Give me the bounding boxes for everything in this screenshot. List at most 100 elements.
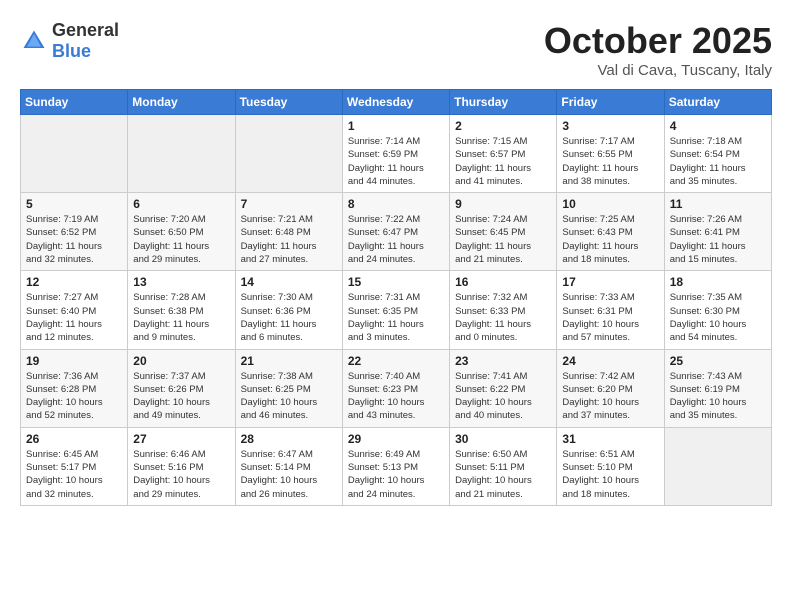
- day-number: 14: [241, 275, 337, 289]
- day-of-week-header: Sunday: [21, 90, 128, 115]
- calendar-cell: [21, 115, 128, 193]
- calendar-cell: 10 Sunrise: 7:25 AM Sunset: 6:43 PM Dayli…: [557, 193, 664, 271]
- calendar-cell: 14Sunrise: 7:30 AM Sunset: 6:36 PM Dayli…: [235, 271, 342, 349]
- day-info: Sunrise: 6:46 AM Sunset: 5:16 PM Dayligh…: [133, 448, 229, 501]
- day-info: Sunrise: 7:38 AM Sunset: 6:25 PM Dayligh…: [241, 370, 337, 423]
- calendar-header-row: SundayMondayTuesdayWednesdayThursdayFrid…: [21, 90, 772, 115]
- day-number: 29: [348, 432, 444, 446]
- day-info: Sunrise: 6:45 AM Sunset: 5:17 PM Dayligh…: [26, 448, 122, 501]
- calendar-cell: [664, 427, 771, 505]
- day-number: 13: [133, 275, 229, 289]
- day-number: 12: [26, 275, 122, 289]
- calendar-week-row: 12Sunrise: 7:27 AM Sunset: 6:40 PM Dayli…: [21, 271, 772, 349]
- day-number: 6: [133, 197, 229, 211]
- day-info: Sunrise: 7:26 AM Sunset: 6:41 PM Dayligh…: [670, 213, 766, 266]
- calendar-cell: 15 Sunrise: 7:31 AM Sunset: 6:35 PM Dayli…: [342, 271, 449, 349]
- day-info: Sunrise: 7:36 AM Sunset: 6:28 PM Dayligh…: [26, 370, 122, 423]
- day-of-week-header: Thursday: [450, 90, 557, 115]
- day-info: Sunrise: 6:51 AM Sunset: 5:10 PM Dayligh…: [562, 448, 658, 501]
- calendar-cell: 6 Sunrise: 7:20 AM Sunset: 6:50 PM Daylig…: [128, 193, 235, 271]
- calendar-cell: 30 Sunrise: 6:50 AM Sunset: 5:11 PM Dayli…: [450, 427, 557, 505]
- calendar-week-row: 5Sunrise: 7:19 AM Sunset: 6:52 PM Daylig…: [21, 193, 772, 271]
- calendar-cell: 21 Sunrise: 7:38 AM Sunset: 6:25 PM Dayli…: [235, 349, 342, 427]
- calendar-cell: 16 Sunrise: 7:32 AM Sunset: 6:33 PM Dayli…: [450, 271, 557, 349]
- day-number: 9: [455, 197, 551, 211]
- day-info: Sunrise: 7:43 AM Sunset: 6:19 PM Dayligh…: [670, 370, 766, 423]
- day-of-week-header: Monday: [128, 90, 235, 115]
- logo-text: General Blue: [52, 20, 119, 62]
- day-number: 2: [455, 119, 551, 133]
- calendar-week-row: 1 Sunrise: 7:14 AM Sunset: 6:59 PM Daylig…: [21, 115, 772, 193]
- day-info: Sunrise: 7:42 AM Sunset: 6:20 PM Dayligh…: [562, 370, 658, 423]
- day-number: 3: [562, 119, 658, 133]
- day-info: Sunrise: 7:15 AM Sunset: 6:57 PM Dayligh…: [455, 135, 551, 188]
- day-number: 18: [670, 275, 766, 289]
- day-info: Sunrise: 7:18 AM Sunset: 6:54 PM Dayligh…: [670, 135, 766, 188]
- day-number: 15: [348, 275, 444, 289]
- logo: General Blue: [20, 20, 119, 62]
- day-info: Sunrise: 7:24 AM Sunset: 6:45 PM Dayligh…: [455, 213, 551, 266]
- calendar-cell: 8Sunrise: 7:22 AM Sunset: 6:47 PM Daylig…: [342, 193, 449, 271]
- day-number: 10: [562, 197, 658, 211]
- day-info: Sunrise: 7:37 AM Sunset: 6:26 PM Dayligh…: [133, 370, 229, 423]
- calendar-cell: 3Sunrise: 7:17 AM Sunset: 6:55 PM Daylig…: [557, 115, 664, 193]
- day-number: 24: [562, 354, 658, 368]
- calendar-cell: 11 Sunrise: 7:26 AM Sunset: 6:41 PM Dayli…: [664, 193, 771, 271]
- day-number: 23: [455, 354, 551, 368]
- day-number: 1: [348, 119, 444, 133]
- calendar-cell: 5Sunrise: 7:19 AM Sunset: 6:52 PM Daylig…: [21, 193, 128, 271]
- day-number: 20: [133, 354, 229, 368]
- day-info: Sunrise: 7:41 AM Sunset: 6:22 PM Dayligh…: [455, 370, 551, 423]
- day-info: Sunrise: 7:25 AM Sunset: 6:43 PM Dayligh…: [562, 213, 658, 266]
- day-info: Sunrise: 7:20 AM Sunset: 6:50 PM Dayligh…: [133, 213, 229, 266]
- day-info: Sunrise: 6:49 AM Sunset: 5:13 PM Dayligh…: [348, 448, 444, 501]
- day-of-week-header: Saturday: [664, 90, 771, 115]
- day-number: 7: [241, 197, 337, 211]
- calendar-cell: 17Sunrise: 7:33 AM Sunset: 6:31 PM Dayli…: [557, 271, 664, 349]
- calendar-cell: 25 Sunrise: 7:43 AM Sunset: 6:19 PM Dayli…: [664, 349, 771, 427]
- day-of-week-header: Tuesday: [235, 90, 342, 115]
- calendar-cell: 19 Sunrise: 7:36 AM Sunset: 6:28 PM Dayli…: [21, 349, 128, 427]
- day-number: 19: [26, 354, 122, 368]
- day-info: Sunrise: 7:33 AM Sunset: 6:31 PM Dayligh…: [562, 291, 658, 344]
- day-number: 26: [26, 432, 122, 446]
- calendar-cell: 1 Sunrise: 7:14 AM Sunset: 6:59 PM Daylig…: [342, 115, 449, 193]
- calendar-week-row: 19 Sunrise: 7:36 AM Sunset: 6:28 PM Dayli…: [21, 349, 772, 427]
- day-info: Sunrise: 7:35 AM Sunset: 6:30 PM Dayligh…: [670, 291, 766, 344]
- calendar-cell: 28 Sunrise: 6:47 AM Sunset: 5:14 PM Dayli…: [235, 427, 342, 505]
- day-info: Sunrise: 7:22 AM Sunset: 6:47 PM Dayligh…: [348, 213, 444, 266]
- calendar-cell: 4 Sunrise: 7:18 AM Sunset: 6:54 PM Daylig…: [664, 115, 771, 193]
- day-number: 5: [26, 197, 122, 211]
- day-info: Sunrise: 7:31 AM Sunset: 6:35 PM Dayligh…: [348, 291, 444, 344]
- day-number: 30: [455, 432, 551, 446]
- calendar-cell: 31 Sunrise: 6:51 AM Sunset: 5:10 PM Dayli…: [557, 427, 664, 505]
- calendar-cell: 29 Sunrise: 6:49 AM Sunset: 5:13 PM Dayli…: [342, 427, 449, 505]
- calendar-table: SundayMondayTuesdayWednesdayThursdayFrid…: [20, 89, 772, 506]
- logo-general: General: [52, 20, 119, 40]
- calendar-cell: 20 Sunrise: 7:37 AM Sunset: 6:26 PM Dayli…: [128, 349, 235, 427]
- day-of-week-header: Friday: [557, 90, 664, 115]
- calendar-week-row: 26 Sunrise: 6:45 AM Sunset: 5:17 PM Dayli…: [21, 427, 772, 505]
- logo-icon: [20, 27, 48, 55]
- calendar-cell: 12Sunrise: 7:27 AM Sunset: 6:40 PM Dayli…: [21, 271, 128, 349]
- calendar-cell: 9 Sunrise: 7:24 AM Sunset: 6:45 PM Daylig…: [450, 193, 557, 271]
- calendar-cell: 18 Sunrise: 7:35 AM Sunset: 6:30 PM Dayli…: [664, 271, 771, 349]
- day-number: 21: [241, 354, 337, 368]
- day-number: 4: [670, 119, 766, 133]
- title-block: October 2025 Val di Cava, Tuscany, Italy: [544, 20, 772, 79]
- day-number: 11: [670, 197, 766, 211]
- day-number: 27: [133, 432, 229, 446]
- day-number: 16: [455, 275, 551, 289]
- day-number: 22: [348, 354, 444, 368]
- calendar-cell: 26 Sunrise: 6:45 AM Sunset: 5:17 PM Dayli…: [21, 427, 128, 505]
- day-number: 28: [241, 432, 337, 446]
- calendar-cell: [128, 115, 235, 193]
- day-number: 25: [670, 354, 766, 368]
- day-info: Sunrise: 7:32 AM Sunset: 6:33 PM Dayligh…: [455, 291, 551, 344]
- day-info: Sunrise: 6:47 AM Sunset: 5:14 PM Dayligh…: [241, 448, 337, 501]
- logo-blue: Blue: [52, 41, 91, 61]
- day-info: Sunrise: 6:50 AM Sunset: 5:11 PM Dayligh…: [455, 448, 551, 501]
- calendar-cell: 27 Sunrise: 6:46 AM Sunset: 5:16 PM Dayli…: [128, 427, 235, 505]
- day-number: 31: [562, 432, 658, 446]
- day-info: Sunrise: 7:14 AM Sunset: 6:59 PM Dayligh…: [348, 135, 444, 188]
